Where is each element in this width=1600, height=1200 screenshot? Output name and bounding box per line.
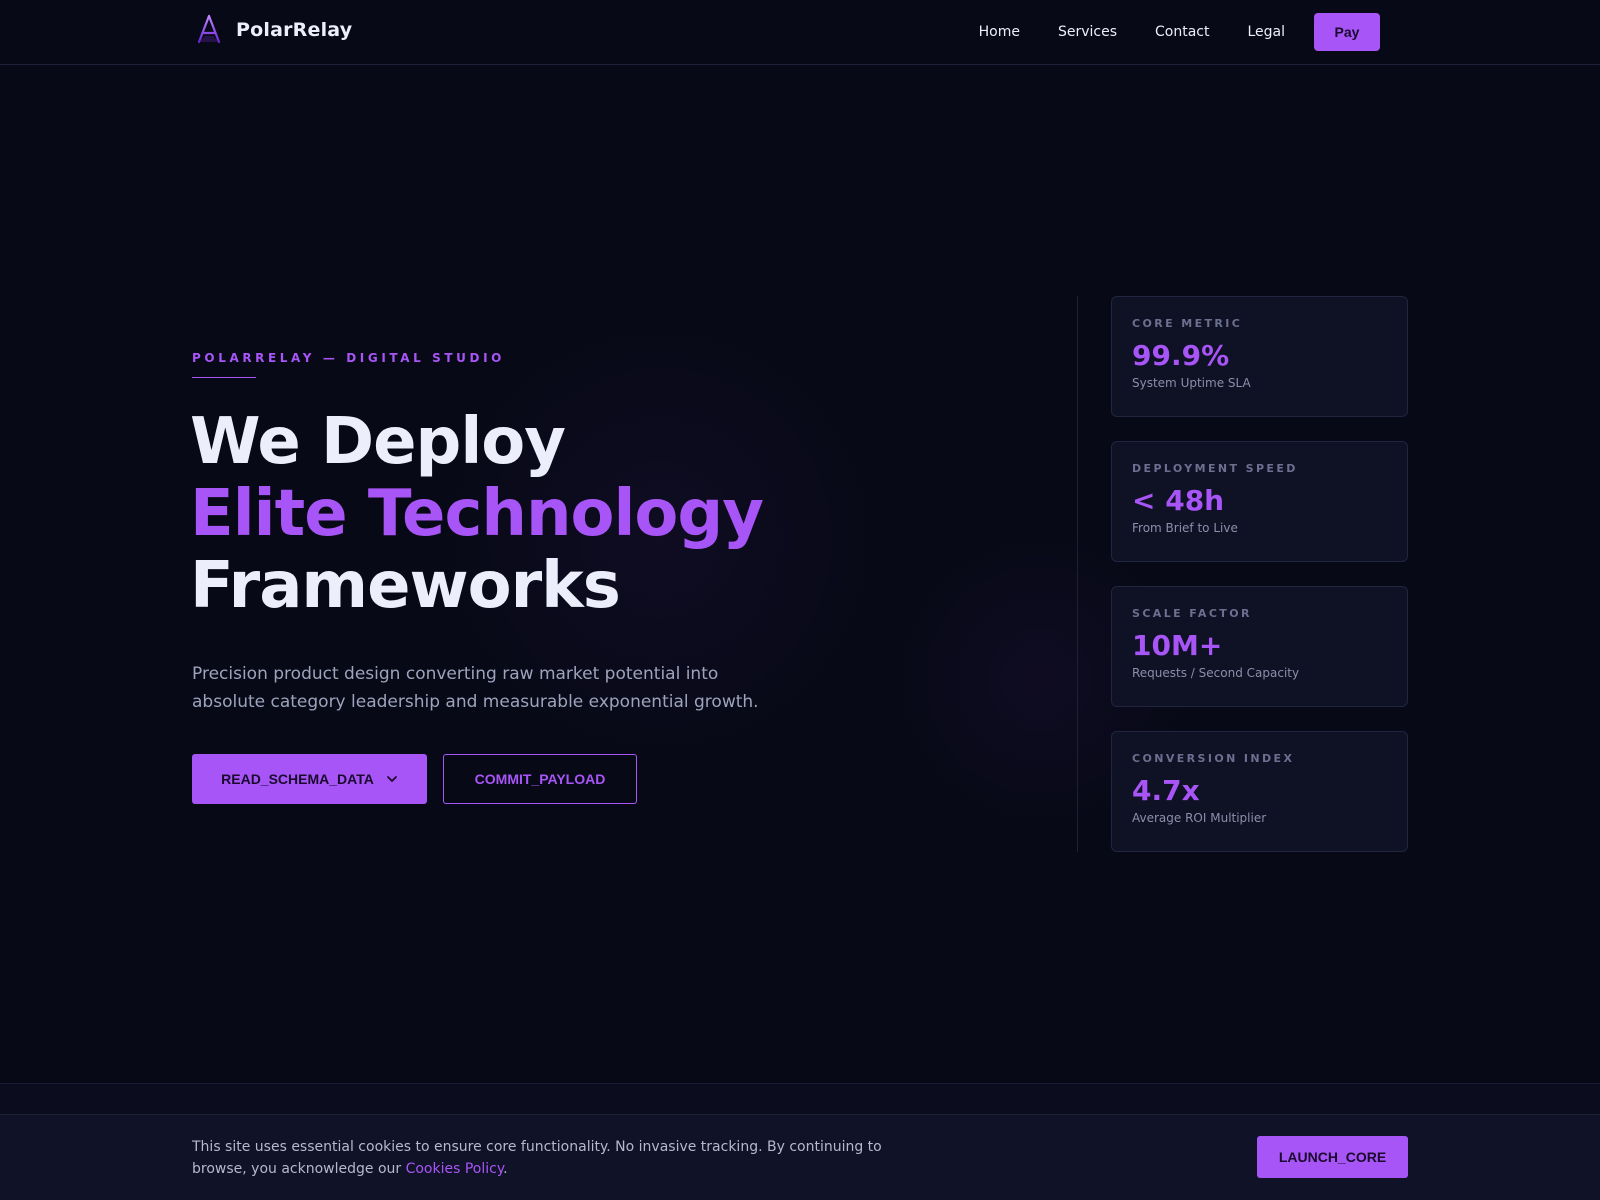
cookies-policy-link[interactable]: Cookies Policy: [406, 1161, 504, 1177]
metric-card-core: CORE METRIC 99.9% System Uptime SLA: [1111, 296, 1408, 417]
nav-link-legal[interactable]: Legal: [1247, 24, 1285, 40]
metric-value: 10M+: [1132, 629, 1223, 662]
read-schema-data-button[interactable]: READ_SCHEMA_DATA: [192, 754, 427, 804]
eyebrow-underline: [192, 377, 256, 378]
cookie-suffix: .: [503, 1161, 508, 1177]
nav-links: Home Services Contact Legal Pay: [979, 13, 1380, 51]
metric-value: 4.7x: [1132, 774, 1200, 807]
nav-link-home[interactable]: Home: [979, 24, 1020, 40]
headline-line-3: Frameworks: [190, 549, 621, 623]
cookie-message: This site uses essential cookies to ensu…: [192, 1139, 882, 1177]
metric-desc: From Brief to Live: [1132, 521, 1238, 535]
chevron-down-icon: [386, 776, 397, 782]
metric-card-deployment: DEPLOYMENT SPEED < 48h From Brief to Liv…: [1111, 441, 1408, 562]
hero-subtext: Precision product design converting raw …: [192, 664, 759, 712]
launch-core-button[interactable]: LAUNCH_CORE: [1257, 1136, 1408, 1178]
hero-eyebrow: POLARRELAY — DIGITAL STUDIO: [192, 351, 505, 365]
read-schema-data-label: READ_SCHEMA_DATA: [221, 771, 374, 787]
top-nav: PolarRelay Home Services Contact Legal P…: [0, 0, 1600, 65]
vertical-divider: [1077, 296, 1078, 852]
metric-label: CONVERSION INDEX: [1132, 752, 1295, 765]
metric-label: SCALE FACTOR: [1132, 607, 1252, 620]
nav-link-contact[interactable]: Contact: [1155, 24, 1209, 40]
metric-label: DEPLOYMENT SPEED: [1132, 462, 1298, 475]
brand[interactable]: PolarRelay: [196, 14, 352, 46]
metric-label: CORE METRIC: [1132, 317, 1243, 330]
commit-payload-button[interactable]: COMMIT_PAYLOAD: [443, 754, 637, 804]
brand-name: PolarRelay: [236, 19, 353, 41]
pay-button[interactable]: Pay: [1314, 13, 1380, 51]
headline-line-1: We Deploy: [190, 405, 566, 479]
metric-desc: Average ROI Multiplier: [1132, 811, 1267, 825]
metric-card-conversion: CONVERSION INDEX 4.7x Average ROI Multip…: [1111, 731, 1408, 852]
metric-value: < 48h: [1132, 484, 1225, 517]
cookie-text: This site uses essential cookies to ensu…: [192, 1136, 912, 1180]
headline-line-2: Elite Technology: [190, 477, 764, 551]
metric-desc: Requests / Second Capacity: [1132, 666, 1300, 680]
metric-card-scale: SCALE FACTOR 10M+ Requests / Second Capa…: [1111, 586, 1408, 707]
hero-headline: We Deploy Elite Technology Frameworks: [190, 405, 764, 623]
metric-desc: System Uptime SLA: [1132, 376, 1251, 390]
triangle-a-logo-icon: [197, 14, 221, 44]
metric-value: 99.9%: [1132, 339, 1230, 372]
nav-link-services[interactable]: Services: [1058, 24, 1117, 40]
cookie-banner: This site uses essential cookies to ensu…: [0, 1114, 1600, 1200]
page: PolarRelay Home Services Contact Legal P…: [0, 0, 1600, 1200]
